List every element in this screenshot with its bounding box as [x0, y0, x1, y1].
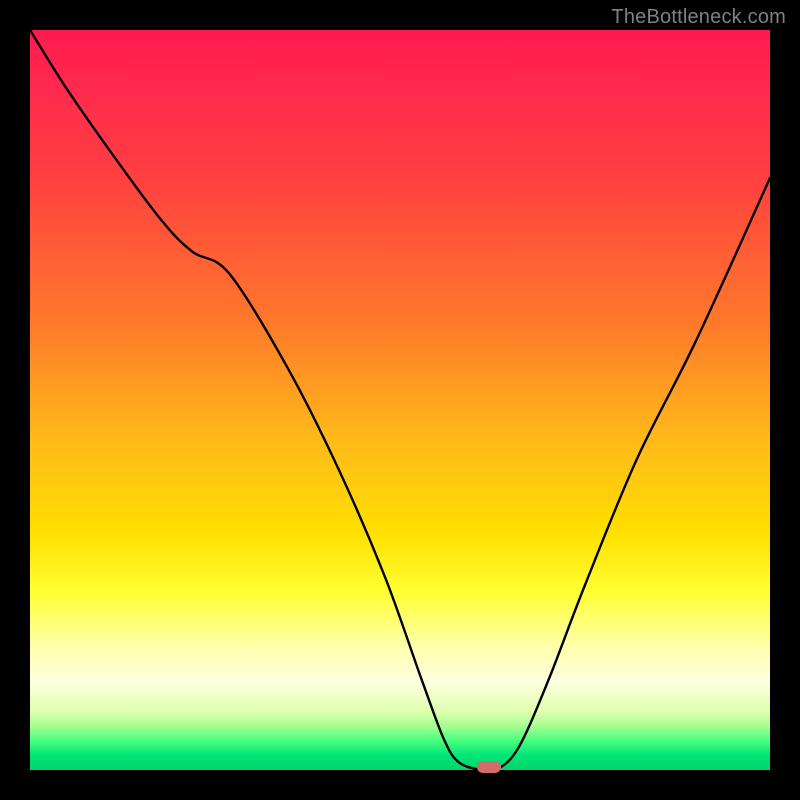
watermark-text: TheBottleneck.com — [611, 6, 786, 29]
bottleneck-curve — [30, 30, 770, 770]
optimal-marker — [477, 761, 501, 773]
chart-frame: TheBottleneck.com — [0, 0, 800, 800]
plot-area — [30, 30, 770, 770]
